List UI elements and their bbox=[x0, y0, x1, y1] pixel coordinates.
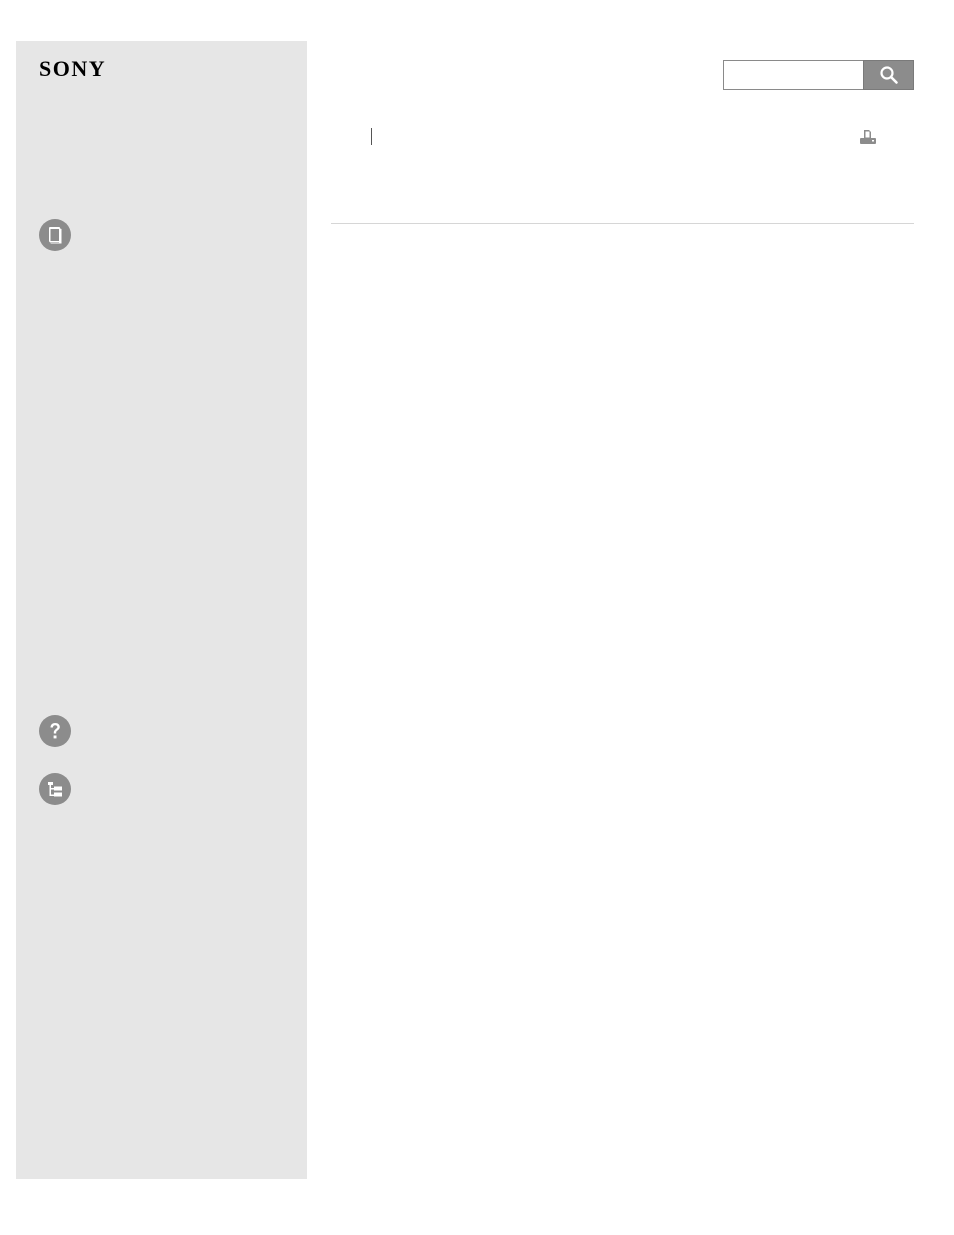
breadcrumb-separator bbox=[371, 128, 372, 145]
print-button[interactable] bbox=[858, 128, 878, 146]
header-divider bbox=[331, 223, 914, 224]
sidebar: SONY bbox=[16, 41, 307, 1179]
search-button[interactable] bbox=[863, 60, 914, 90]
search-bar bbox=[723, 60, 914, 90]
search-icon bbox=[879, 66, 898, 84]
search-input[interactable] bbox=[723, 60, 863, 90]
book-icon[interactable] bbox=[39, 219, 71, 251]
question-icon[interactable] bbox=[39, 715, 71, 747]
tree-list-icon[interactable] bbox=[39, 773, 71, 805]
sony-logo: SONY bbox=[39, 56, 107, 81]
print-icon bbox=[860, 130, 876, 144]
